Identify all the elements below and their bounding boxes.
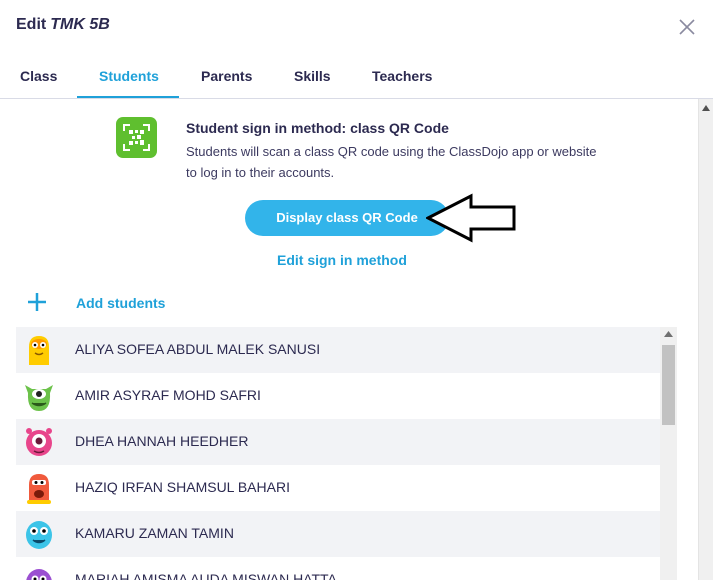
signin-method-description: Students will scan a class QR code using… [186, 144, 597, 180]
monster-avatar-icon [25, 385, 53, 411]
student-row[interactable]: DHEA HANNAH HEEDHER [16, 419, 661, 465]
title-prefix: Edit [16, 16, 47, 33]
edit-signin-method-link[interactable]: Edit sign in method [277, 252, 407, 268]
student-name: MARIAH AMISMA AUDA MISWAN HATTA [75, 571, 337, 580]
add-students-label: Add students [76, 295, 166, 311]
student-list: ALIYA SOFEA ABDUL MALEK SANUSI AMIR ASYR… [16, 327, 661, 580]
tab-skills[interactable]: Skills [294, 68, 331, 84]
display-qr-code-button[interactable]: Display class QR Code [245, 200, 449, 236]
student-row[interactable]: MARIAH AMISMA AUDA MISWAN HATTA [16, 557, 661, 580]
student-list-scroll-thumb[interactable] [662, 345, 675, 425]
monster-avatar-icon [26, 428, 52, 456]
scroll-up-icon[interactable] [664, 331, 673, 337]
monster-avatar-icon [27, 474, 51, 504]
monster-avatar-icon [26, 569, 52, 580]
tab-students[interactable]: Students [99, 68, 159, 84]
active-tab-indicator [77, 96, 179, 98]
student-row[interactable]: AMIR ASYRAF MOHD SAFRI [16, 373, 661, 419]
close-icon[interactable] [677, 17, 697, 37]
student-list-scrollbar[interactable] [660, 327, 677, 580]
modal-title: Edit TMK 5B [16, 16, 110, 34]
student-name: DHEA HANNAH HEEDHER [75, 433, 249, 449]
left-arrow-annotation-icon [426, 193, 516, 243]
student-name: KAMARU ZAMAN TAMIN [75, 525, 234, 541]
tab-bar: Class Students Parents Skills Teachers [0, 52, 713, 99]
student-row[interactable]: HAZIQ IRFAN SHAMSUL BAHARI [16, 465, 661, 511]
monster-avatar-icon [29, 336, 49, 365]
students-panel: Student sign in method: class QR Code St… [0, 99, 698, 580]
add-students-button[interactable]: Add students [26, 289, 226, 317]
student-row[interactable]: KAMARU ZAMAN TAMIN [16, 511, 661, 557]
modal-header: Edit TMK 5B [0, 0, 713, 52]
class-name: TMK 5B [50, 16, 110, 33]
tab-class[interactable]: Class [20, 68, 57, 84]
qr-code-icon [116, 117, 157, 158]
signin-method-title: Student sign in method: class QR Code [186, 120, 449, 136]
student-name: HAZIQ IRFAN SHAMSUL BAHARI [75, 479, 290, 495]
tab-parents[interactable]: Parents [201, 68, 252, 84]
student-name: ALIYA SOFEA ABDUL MALEK SANUSI [75, 341, 321, 357]
scroll-up-icon[interactable] [702, 105, 710, 111]
modal-scrollbar[interactable] [698, 99, 713, 580]
student-name: AMIR ASYRAF MOHD SAFRI [75, 387, 261, 403]
plus-icon [28, 293, 46, 311]
monster-avatar-icon [26, 521, 52, 549]
student-row[interactable]: ALIYA SOFEA ABDUL MALEK SANUSI [16, 327, 661, 373]
tab-teachers[interactable]: Teachers [372, 68, 432, 84]
